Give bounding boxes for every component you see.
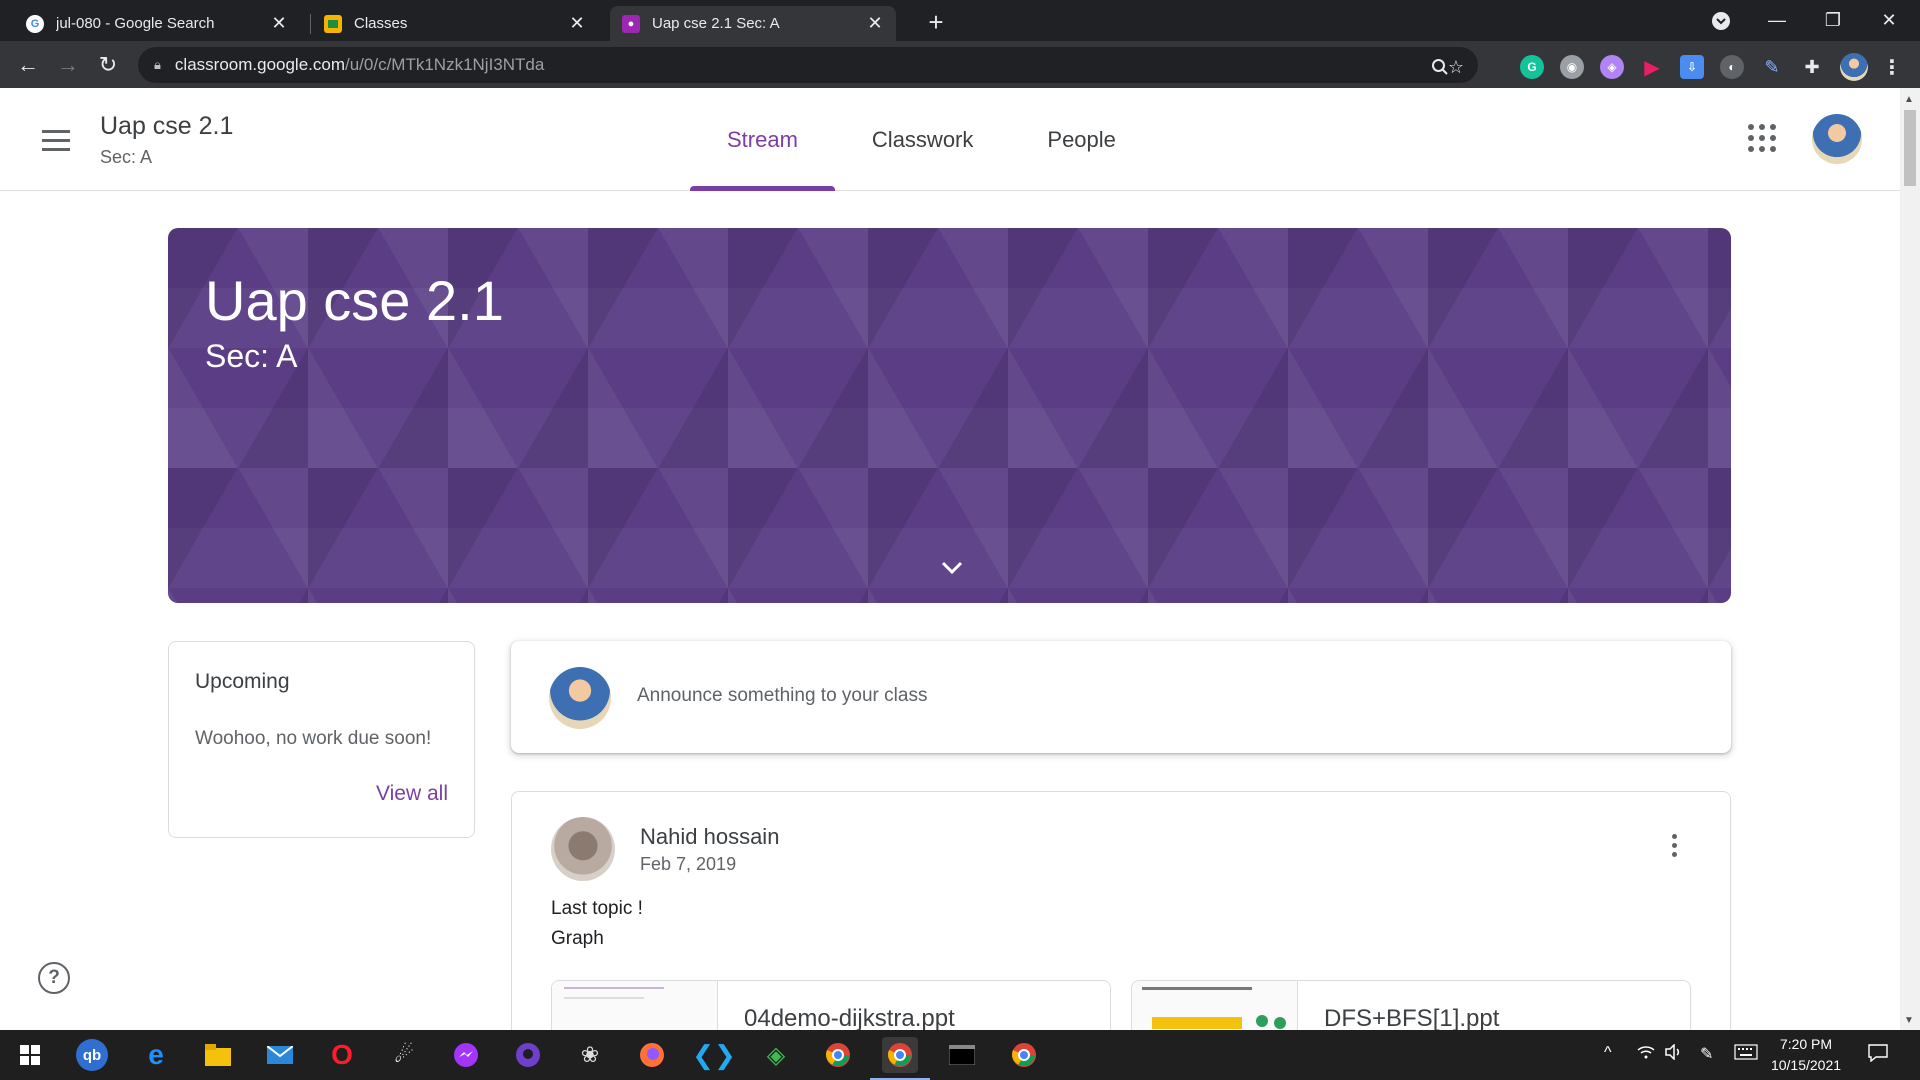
vscode-icon[interactable]: ❮❯ [692, 1037, 736, 1073]
app-icon[interactable]: ❀ [572, 1037, 608, 1073]
tab-title: Uap cse 2.1 Sec: A [652, 15, 780, 32]
class-title[interactable]: Uap cse 2.1 [100, 112, 233, 141]
account-avatar[interactable] [1812, 114, 1862, 164]
main-menu-icon[interactable] [38, 122, 74, 158]
tab-close-icon[interactable]: ✕ [270, 13, 288, 33]
play-extension-icon[interactable]: ▶ [1640, 55, 1664, 79]
banner-title[interactable]: Uap cse 2.1 [205, 268, 504, 333]
announce-placeholder[interactable]: Announce something to your class [637, 685, 927, 707]
app-icon[interactable]: qb [76, 1039, 108, 1071]
scrollbar-thumb[interactable] [1904, 110, 1916, 186]
volume-icon[interactable] [1664, 1043, 1684, 1065]
attachment-name: 04demo-dijkstra.ppt [744, 1005, 955, 1032]
chrome-profile-avatar[interactable] [1840, 53, 1868, 81]
tab-title: Classes [354, 15, 408, 32]
announce-box[interactable]: Announce something to your class [511, 641, 1731, 753]
grammarly-extension-icon[interactable]: G [1520, 55, 1544, 79]
screenshot-extension-icon[interactable]: ◉ [1560, 55, 1584, 79]
author-avatar [551, 817, 615, 881]
tab-close-icon[interactable]: ✕ [866, 13, 884, 33]
tab-stream[interactable]: Stream [690, 88, 835, 191]
scroll-up-icon[interactable]: ▲ [1904, 94, 1914, 105]
banner-section: Sec: A [205, 338, 298, 374]
tab-title: jul-080 - Google Search [56, 15, 215, 32]
upcoming-card: Upcoming Woohoo, no work due soon! View … [168, 641, 475, 838]
chrome-icon[interactable] [820, 1037, 856, 1073]
chrome-active-icon[interactable] [870, 1037, 930, 1080]
browser-tab-uap-cse[interactable]: ● Uap cse 2.1 Sec: A ✕ [610, 6, 896, 41]
tab-classwork[interactable]: Classwork [835, 88, 1010, 191]
restore-icon[interactable]: ❐ [1810, 0, 1856, 41]
class-nav-tabs: Stream Classwork People [690, 88, 1153, 191]
extensions-puzzle-icon[interactable]: ✚ [1800, 55, 1824, 79]
scroll-down-icon[interactable]: ▼ [1904, 1015, 1914, 1026]
opera-icon[interactable]: O [324, 1037, 360, 1073]
app-icon[interactable]: ◈ [758, 1037, 794, 1073]
post-author: Nahid hossain [640, 824, 780, 849]
messenger-icon[interactable] [448, 1037, 484, 1073]
upcoming-message: Woohoo, no work due soon! [195, 728, 432, 749]
lock-icon: 🔒︎ [154, 57, 161, 72]
keyboard-icon[interactable] [1734, 1044, 1758, 1065]
notifications-icon[interactable] [1868, 1044, 1888, 1067]
clock-time: 7:20 PM [1779, 1036, 1833, 1052]
terminal-icon[interactable] [944, 1037, 980, 1073]
network-icon[interactable] [1636, 1044, 1656, 1065]
tab-close-icon[interactable]: ✕ [568, 13, 586, 33]
url-path: /u/0/c/MTk1Nzk1NjI3NTda [345, 55, 545, 74]
windows-taskbar: qb e O ☄ ❀ ❮❯ ◈ ^ ✎ 7:20 PM 10/15/2021 [0, 1030, 1920, 1080]
browser-tab-strip: G jul-080 - Google Search ✕ Classes ✕ ● … [0, 0, 1920, 41]
chevron-down-icon[interactable] [936, 552, 968, 584]
edge-icon[interactable]: e [138, 1037, 174, 1073]
firefox-icon[interactable] [634, 1037, 670, 1073]
post-text-line: Last topic ! [551, 898, 643, 919]
tab-people[interactable]: People [1010, 88, 1153, 191]
view-all-link[interactable]: View all [376, 782, 448, 806]
post-text-line: Graph [551, 928, 604, 949]
classroom-person-icon: ● [622, 14, 640, 33]
url-host: classroom.google.com [174, 55, 345, 74]
windows-start-icon[interactable] [12, 1037, 48, 1073]
classroom-header: Uap cse 2.1 Sec: A Stream Classwork Peop… [0, 88, 1900, 191]
class-section: Sec: A [100, 147, 153, 167]
page-scrollbar[interactable]: ▲ ▼ [1900, 88, 1920, 1030]
tab-separator [310, 14, 311, 34]
more-options-icon[interactable] [1662, 834, 1686, 866]
forward-icon[interactable]: → [52, 49, 84, 81]
github-icon[interactable] [510, 1037, 546, 1073]
pen-extension-icon[interactable]: ✎ [1760, 55, 1784, 79]
browser-tab-google-search[interactable]: G jul-080 - Google Search ✕ [14, 6, 300, 41]
google-icon: G [26, 14, 44, 33]
mail-icon[interactable] [262, 1037, 298, 1073]
bookmark-star-icon[interactable]: ☆ [1444, 55, 1468, 79]
extension-icon[interactable]: ◈ [1600, 55, 1624, 79]
pen-icon[interactable]: ✎ [1700, 1044, 1713, 1064]
minimize-icon[interactable]: — [1754, 0, 1800, 41]
file-explorer-icon[interactable] [200, 1037, 236, 1073]
chrome-menu-icon[interactable]: ⋮ [1880, 55, 1904, 79]
class-banner: Uap cse 2.1 Sec: A [168, 228, 1731, 603]
google-apps-icon[interactable] [1748, 124, 1776, 152]
help-icon[interactable]: ? [38, 962, 70, 994]
back-icon[interactable]: ← [12, 49, 44, 81]
tab-search-icon[interactable] [1698, 0, 1744, 41]
address-bar[interactable]: 🔒︎ classroom.google.com/u/0/c/MTk1Nzk1Nj… [138, 47, 1478, 83]
upcoming-heading: Upcoming [195, 670, 290, 693]
browser-tab-classes[interactable]: Classes ✕ [312, 6, 598, 41]
chevron-up-icon[interactable]: ^ [1604, 1044, 1612, 1062]
new-tab-button[interactable]: + [922, 7, 950, 37]
taskbar-clock[interactable]: 7:20 PM 10/15/2021 [1762, 1034, 1850, 1076]
app-icon[interactable]: ☄ [386, 1037, 422, 1073]
close-window-icon[interactable]: ✕ [1866, 0, 1912, 41]
browser-toolbar: ← → ↻ 🔒︎ classroom.google.com/u/0/c/MTk1… [0, 41, 1920, 88]
attachment-name: DFS+BFS[1].ppt [1324, 1005, 1500, 1032]
download-extension-icon[interactable]: ⇩ [1680, 55, 1704, 79]
extension-icon[interactable]: ◐ [1720, 55, 1744, 79]
user-avatar [549, 667, 611, 729]
classroom-icon [324, 14, 342, 33]
reload-icon[interactable]: ↻ [92, 49, 124, 81]
post-date: Feb 7, 2019 [640, 854, 737, 874]
chrome-profile-icon[interactable] [1006, 1037, 1042, 1073]
clock-date: 10/15/2021 [1770, 1057, 1842, 1073]
